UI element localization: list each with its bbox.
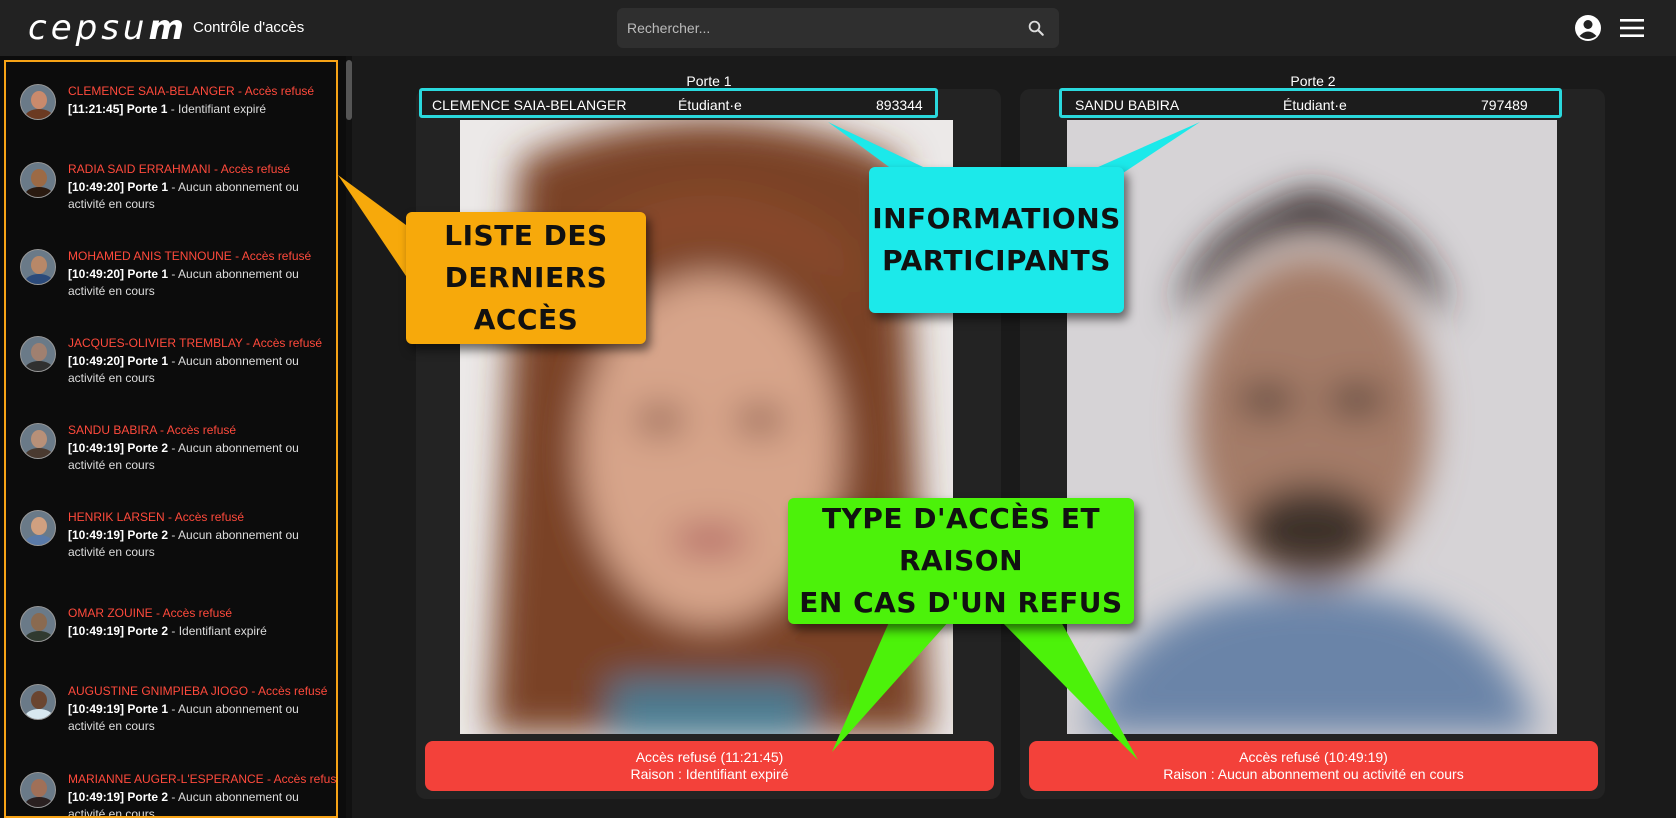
callout-participant-info: INFORMATIONS PARTICIPANTS bbox=[869, 167, 1124, 313]
callout-recent-list-text: LISTE DES DERNIERS ACCÈS bbox=[444, 219, 608, 336]
callout-participant-info-text: INFORMATIONS PARTICIPANTS bbox=[872, 202, 1121, 277]
callout-access-type: TYPE D'ACCÈS ET RAISON EN CAS D'UN REFUS bbox=[788, 498, 1134, 624]
callout-tails bbox=[338, 122, 1200, 760]
callout-access-type-text: TYPE D'ACCÈS ET RAISON EN CAS D'UN REFUS bbox=[799, 502, 1123, 619]
green-callout-tail-left bbox=[832, 620, 950, 752]
orange-callout-tail bbox=[338, 175, 410, 282]
green-callout-tail-right bbox=[1000, 620, 1138, 760]
callout-recent-list: LISTE DES DERNIERS ACCÈS bbox=[406, 212, 646, 344]
